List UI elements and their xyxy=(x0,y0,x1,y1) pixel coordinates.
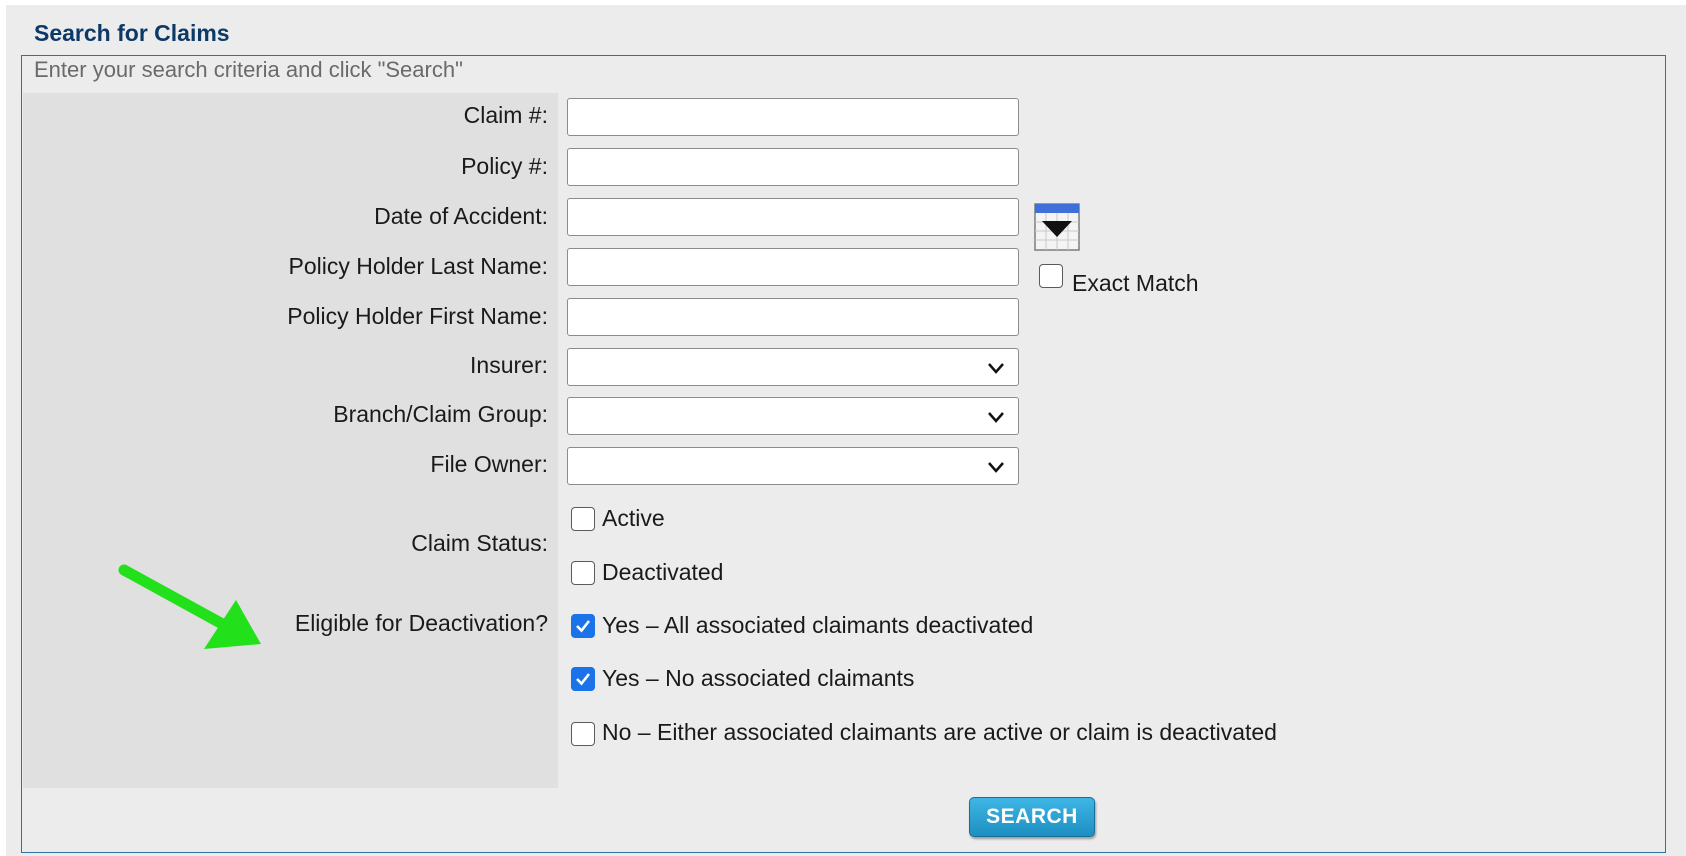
eligible-label: Eligible for Deactivation? xyxy=(294,610,548,636)
chevron-down-icon xyxy=(988,462,1004,473)
branch-select[interactable] xyxy=(567,397,1019,435)
claim-status-deactivated-label: Deactivated xyxy=(602,559,724,585)
claim-status-deactivated-checkbox[interactable] xyxy=(571,561,595,585)
last-name-input[interactable] xyxy=(567,248,1019,286)
branch-label: Branch/Claim Group: xyxy=(333,401,548,427)
claim-status-active-checkbox[interactable] xyxy=(571,507,595,531)
policy-number-input[interactable] xyxy=(567,148,1019,186)
first-name-input[interactable] xyxy=(567,298,1019,336)
chevron-down-icon xyxy=(988,363,1004,374)
green-arrow-annotation xyxy=(118,562,268,652)
panel-title: Search for Claims xyxy=(34,20,230,46)
date-of-accident-label: Date of Accident: xyxy=(374,203,548,229)
claim-status-label: Claim Status: xyxy=(411,530,548,556)
insurer-select[interactable] xyxy=(567,348,1019,386)
eligible-no-label: No – Either associated claimants are act… xyxy=(602,719,1277,745)
eligible-yes-all-deactivated-checkbox[interactable] xyxy=(571,614,595,638)
eligible-no-checkbox[interactable] xyxy=(571,722,595,746)
claim-status-active-label: Active xyxy=(602,505,665,531)
eligible-yes-no-claimants-checkbox[interactable] xyxy=(571,667,595,691)
eligible-yes-no-claimants-label: Yes – No associated claimants xyxy=(602,665,915,691)
file-owner-label: File Owner: xyxy=(430,451,548,477)
policy-number-label: Policy #: xyxy=(461,153,548,179)
claim-number-input[interactable] xyxy=(567,98,1019,136)
first-name-label: Policy Holder First Name: xyxy=(287,303,548,329)
exact-match-checkbox[interactable] xyxy=(1039,264,1063,288)
date-of-accident-input[interactable] xyxy=(567,198,1019,236)
eligible-yes-all-deactivated-label: Yes – All associated claimants deactivat… xyxy=(602,612,1034,638)
file-owner-select[interactable] xyxy=(567,447,1019,485)
instructions-text: Enter your search criteria and click "Se… xyxy=(34,57,463,82)
claim-number-label: Claim #: xyxy=(463,102,548,128)
last-name-label: Policy Holder Last Name: xyxy=(288,253,549,279)
calendar-dropdown-icon[interactable] xyxy=(1033,202,1081,252)
search-button[interactable]: SEARCH xyxy=(969,797,1095,837)
exact-match-label: Exact Match xyxy=(1072,270,1199,296)
label-column xyxy=(23,93,558,788)
insurer-label: Insurer: xyxy=(470,352,548,378)
chevron-down-icon xyxy=(988,412,1004,423)
